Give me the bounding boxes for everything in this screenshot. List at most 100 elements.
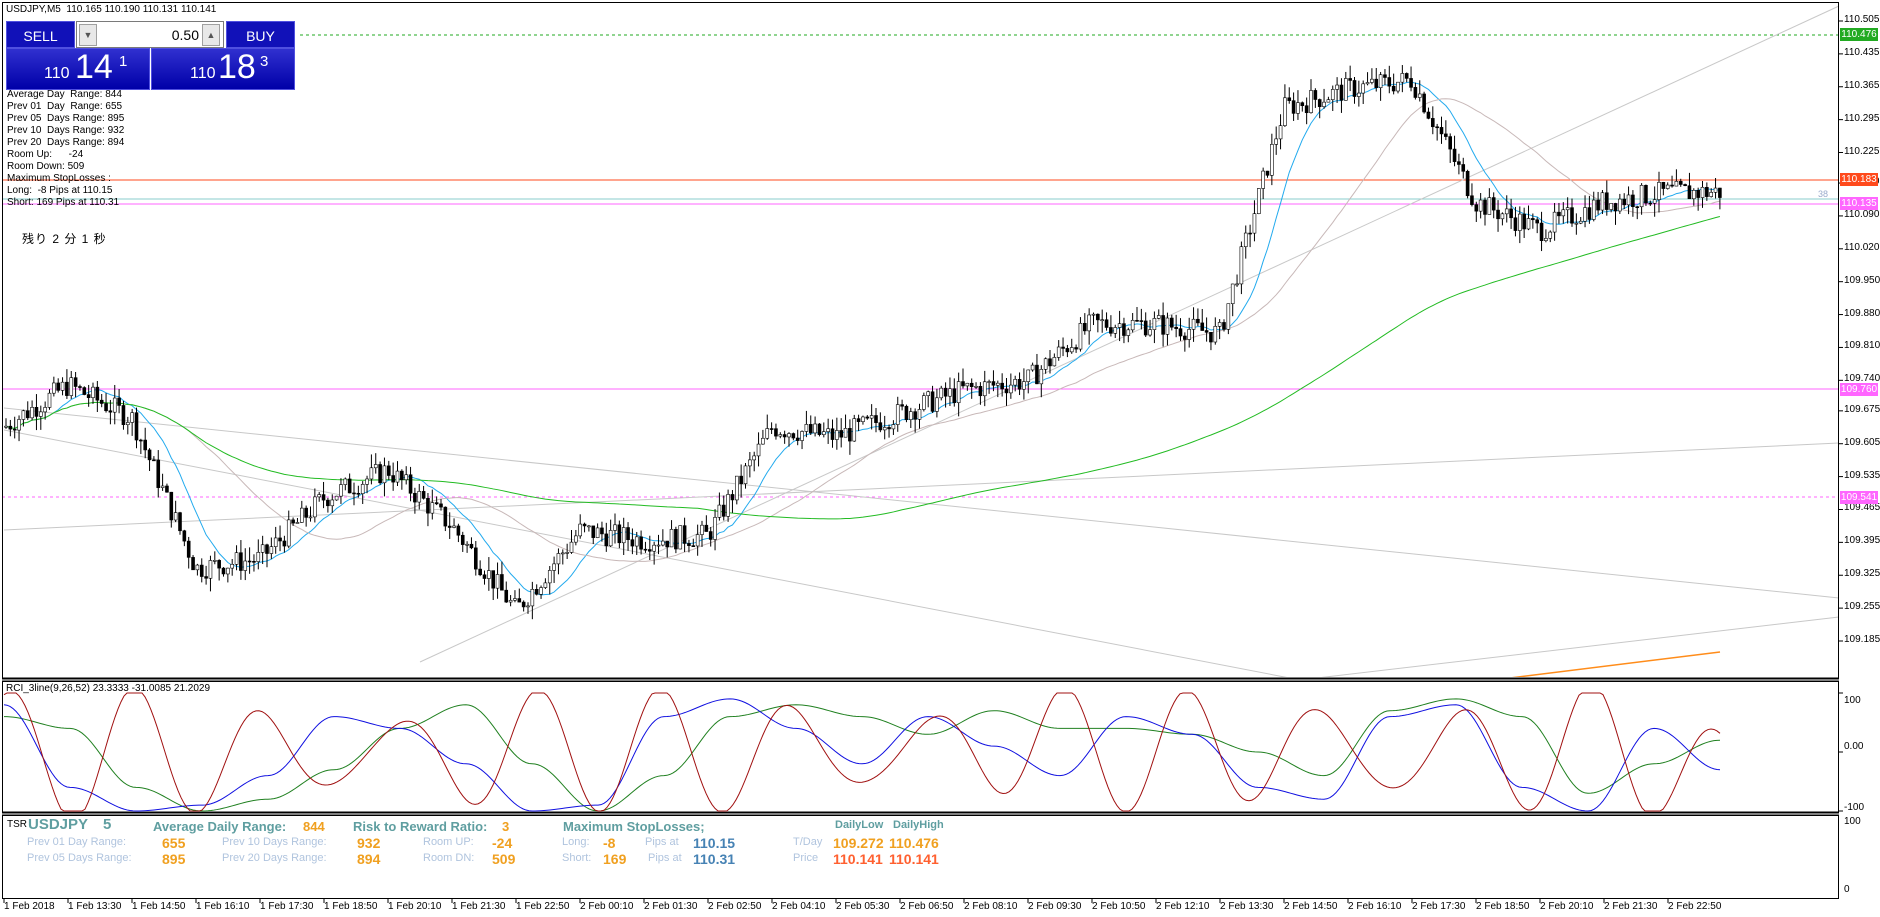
bar-countdown: 残り 2 分 1 秒 [22, 232, 107, 246]
time-axis-label: 2 Feb 06:50 [900, 901, 954, 912]
tsr-roomup-value: -24 [492, 835, 513, 851]
lot-increase-icon[interactable]: ▲ [202, 24, 220, 46]
price-axis-label: 109.880 [1844, 307, 1880, 319]
price-axis-label: 110.225 [1844, 145, 1880, 157]
time-axis-label: 1 Feb 14:50 [132, 901, 186, 912]
price-axis-label: 109.810 [1844, 340, 1880, 352]
info-line: Prev 01 Day Range: 655 [7, 101, 123, 112]
tsr-symbol: USDJPY [28, 816, 89, 833]
tsr-roomup-label: Room UP: [423, 836, 474, 848]
time-axis-label: 2 Feb 10:50 [1092, 901, 1146, 912]
price-axis-label: 110.090 [1844, 208, 1880, 220]
time-axis-label: 2 Feb 18:50 [1476, 901, 1530, 912]
info-line: Room Down: 509 [7, 161, 85, 172]
info-line: Average Day Range: 844 [7, 89, 122, 100]
tsr-short-value: 169 [603, 851, 627, 867]
time-axis-label: 1 Feb 17:30 [260, 901, 314, 912]
tsr-short-label: Short: [562, 852, 592, 864]
info-line: Maximum StopLosses : [7, 173, 111, 184]
rci-label-top: 100 [1844, 695, 1861, 706]
tsr-rr-label: Risk to Reward Ratio: [353, 819, 488, 834]
tsr-short-pips-at: Pips at [648, 852, 682, 864]
tsr-long-label: Long: [562, 836, 590, 848]
price-axis-label: 109.675 [1844, 403, 1880, 415]
tsr-roomdn-label: Room DN: [423, 852, 475, 864]
indicator-pane-frame [2, 681, 1839, 813]
tsr-long-price: 110.15 [693, 835, 736, 851]
time-axis-label: 2 Feb 12:10 [1156, 901, 1210, 912]
rci-title: RCI_3line(9,26,52) 23.3333 -31.0085 21.2… [6, 683, 211, 694]
time-axis-label: 2 Feb 16:10 [1348, 901, 1402, 912]
info-line: Long: -8 Pips at 110.15 [7, 185, 113, 196]
price-axis-label: 109.255 [1844, 601, 1880, 613]
tsr-adr-label: Average Daily Range: [153, 819, 287, 834]
time-axis-label: 2 Feb 22:50 [1668, 901, 1722, 912]
tsr-prev05-label: Prev 05 Days Range: [27, 852, 132, 864]
time-axis-label: 2 Feb 08:10 [964, 901, 1018, 912]
info-line: Prev 05 Days Range: 895 [7, 113, 125, 124]
price-axis-label: 109.950 [1844, 274, 1880, 286]
tsr-roomdn-value: 509 [492, 851, 516, 867]
tsr-timeframe: 5 [103, 816, 112, 833]
tsr-prev20-value: 894 [357, 851, 381, 867]
price-axis-label: 110.505 [1844, 14, 1880, 25]
price-axis-label: 109.465 [1844, 502, 1880, 514]
price-axis-label: 109.325 [1844, 568, 1880, 580]
time-axis-label: 2 Feb 20:10 [1540, 901, 1594, 912]
tsr-scale-top: 100 [1844, 816, 1861, 827]
sell-price-box[interactable]: 110 14 1 [6, 48, 150, 90]
price-axis-label: 110.295 [1844, 112, 1880, 124]
price-axis-label: 110.365 [1844, 79, 1880, 91]
price-tag-ask: 110.183 [1840, 173, 1878, 186]
buy-price-prefix: 110 [190, 65, 216, 82]
sell-price-prefix: 110 [44, 65, 70, 82]
rci-label-mid: 0.00 [1844, 741, 1864, 752]
price-axis-label: 109.535 [1844, 469, 1880, 481]
info-line: Prev 10 Days Range: 932 [7, 125, 125, 136]
tsr-prev20-label: Prev 20 Days Range: [222, 852, 327, 864]
tsr-long-value: -8 [603, 835, 616, 851]
tsr-dailyhigh-label: DailyHigh [893, 819, 944, 831]
time-axis-label: 1 Feb 21:30 [452, 901, 506, 912]
buy-button[interactable]: BUY [226, 21, 295, 48]
price-axis-label: 109.395 [1844, 535, 1880, 547]
time-axis-label: 2 Feb 17:30 [1412, 901, 1466, 912]
sell-price-big: 14 [75, 48, 113, 86]
rci-label-bottom: -100 [1844, 802, 1865, 813]
tsr-prev10-value: 932 [357, 835, 381, 851]
time-axis-label: 2 Feb 05:30 [836, 901, 890, 912]
symbol-header: USDJPY,M5 110.165 110.190 110.131 110.14… [6, 4, 217, 15]
price-tag-level2: 109.541 [1840, 491, 1878, 504]
tsr-tag: TSR [7, 819, 27, 830]
info-line: Room Up: -24 [7, 149, 84, 160]
lot-decrease-icon[interactable]: ▼ [79, 24, 97, 46]
sell-button[interactable]: SELL [6, 21, 75, 48]
time-axis-label: 2 Feb 14:50 [1284, 901, 1338, 912]
time-axis-label: 1 Feb 22:50 [516, 901, 570, 912]
buy-price-box[interactable]: 110 18 3 [151, 48, 295, 90]
tsr-price-high: 110.141 [889, 851, 939, 867]
tsr-tday-label: T/Day [793, 836, 823, 848]
tsr-tday-high: 110.476 [889, 835, 939, 851]
tsr-tday-low: 109.272 [833, 835, 884, 851]
price-axis-label: 109.605 [1844, 436, 1880, 448]
time-axis-label: 1 Feb 2018 [4, 901, 55, 912]
time-axis-label: 1 Feb 18:50 [324, 901, 378, 912]
time-axis-label: 2 Feb 02:50 [708, 901, 762, 912]
time-axis-label: 2 Feb 04:10 [772, 901, 826, 912]
tsr-msl-label: Maximum StopLosses; [563, 819, 705, 834]
tsr-short-price: 110.31 [693, 851, 736, 867]
fib-marker-label: 38 [1818, 189, 1829, 199]
price-axis-label: 110.435 [1844, 46, 1880, 58]
buy-price-big: 18 [218, 48, 256, 86]
tsr-dailylow-label: DailyLow [835, 819, 884, 831]
tsr-price-label: Price [793, 852, 819, 864]
time-axis-label: 2 Feb 01:30 [644, 901, 698, 912]
info-line: Short: 169 Pips at 110.31 [7, 197, 120, 208]
sell-price-sup: 1 [119, 53, 128, 70]
tsr-long-pips-at: Pips at [645, 836, 679, 848]
tsr-prev01-label: Prev 01 Day Range: [27, 836, 127, 848]
tsr-rr-value: 3 [502, 819, 510, 834]
time-axis-label: 2 Feb 21:30 [1604, 901, 1658, 912]
price-tag-level1: 109.760 [1840, 383, 1878, 396]
